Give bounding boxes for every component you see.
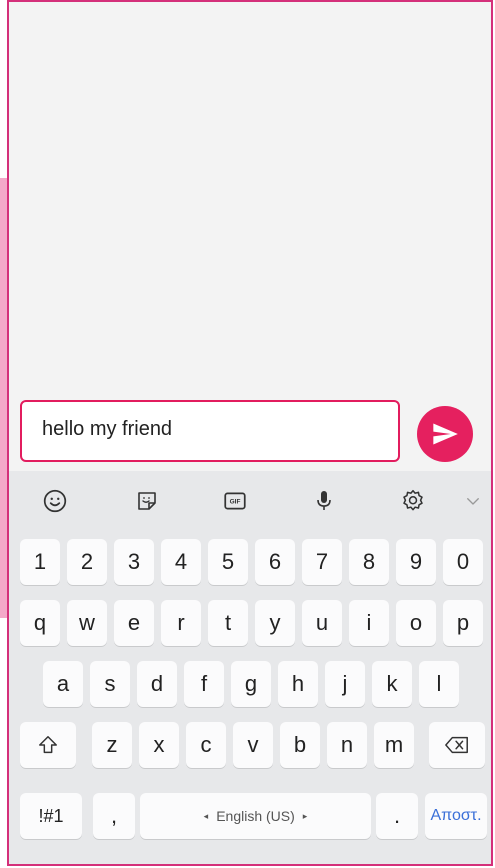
collapse-toolbar-button[interactable] xyxy=(459,487,487,515)
message-input[interactable] xyxy=(42,418,382,441)
spacebar[interactable]: ◂ English (US) ▸ xyxy=(140,793,371,839)
key-q[interactable]: q xyxy=(20,600,60,646)
key-w[interactable]: w xyxy=(67,600,107,646)
key-r[interactable]: r xyxy=(161,600,201,646)
key-j[interactable]: j xyxy=(325,661,365,707)
period-key[interactable]: . xyxy=(376,793,418,839)
shift-icon xyxy=(39,736,57,754)
key-i[interactable]: i xyxy=(349,600,389,646)
sticker-icon xyxy=(138,492,156,510)
sticker-button[interactable] xyxy=(133,487,161,515)
key-5[interactable]: 5 xyxy=(208,539,248,585)
number-row: 1 2 3 4 5 6 7 8 9 0 xyxy=(9,539,491,585)
key-s[interactable]: s xyxy=(90,661,130,707)
microphone-icon xyxy=(317,491,331,510)
key-y[interactable]: y xyxy=(255,600,295,646)
key-g[interactable]: g xyxy=(231,661,271,707)
key-7[interactable]: 7 xyxy=(302,539,342,585)
key-2[interactable]: 2 xyxy=(67,539,107,585)
key-p[interactable]: p xyxy=(443,600,483,646)
key-o[interactable]: o xyxy=(396,600,436,646)
key-m[interactable]: m xyxy=(374,722,414,768)
send-button[interactable] xyxy=(417,406,473,462)
chevron-down-icon xyxy=(467,498,479,505)
key-n[interactable]: n xyxy=(327,722,367,768)
emoji-button[interactable] xyxy=(41,487,69,515)
svg-text:GIF: GIF xyxy=(230,499,241,506)
key-h[interactable]: h xyxy=(278,661,318,707)
arrow-right-icon: ▸ xyxy=(302,810,308,821)
key-t[interactable]: t xyxy=(208,600,248,646)
app-window: GIF 1 xyxy=(7,0,493,866)
key-8[interactable]: 8 xyxy=(349,539,389,585)
a-row: a s d f g h j k l xyxy=(9,661,491,707)
gif-button[interactable]: GIF xyxy=(221,487,249,515)
symbols-key[interactable]: !#1 xyxy=(20,793,82,839)
z-row: z x c v b n m xyxy=(9,722,491,768)
send-icon xyxy=(433,423,458,445)
key-u[interactable]: u xyxy=(302,600,342,646)
key-e[interactable]: e xyxy=(114,600,154,646)
key-k[interactable]: k xyxy=(372,661,412,707)
gear-icon xyxy=(403,489,423,511)
comma-key[interactable]: , xyxy=(93,793,135,839)
key-l[interactable]: l xyxy=(419,661,459,707)
key-1[interactable]: 1 xyxy=(20,539,60,585)
q-row: q w e r t y u i o p xyxy=(9,600,491,646)
key-z[interactable]: z xyxy=(92,722,132,768)
key-9[interactable]: 9 xyxy=(396,539,436,585)
shift-key[interactable] xyxy=(20,722,76,768)
spacebar-language-label: English (US) xyxy=(216,808,295,824)
key-f[interactable]: f xyxy=(184,661,224,707)
keyboard-toolbar: GIF xyxy=(9,471,491,529)
key-b[interactable]: b xyxy=(280,722,320,768)
keyboard-settings-button[interactable] xyxy=(399,487,427,515)
key-c[interactable]: c xyxy=(186,722,226,768)
chat-area xyxy=(9,2,491,392)
emoji-icon xyxy=(43,489,67,513)
message-composer xyxy=(9,400,491,466)
message-field-box[interactable] xyxy=(20,400,400,462)
key-a[interactable]: a xyxy=(43,661,83,707)
send-key[interactable]: Αποστ. xyxy=(425,793,487,839)
bottom-row: !#1 , ◂ English (US) ▸ . Αποστ. xyxy=(9,793,491,839)
key-4[interactable]: 4 xyxy=(161,539,201,585)
gif-icon: GIF xyxy=(224,492,246,510)
key-0[interactable]: 0 xyxy=(443,539,483,585)
voice-input-button[interactable] xyxy=(310,487,338,515)
key-x[interactable]: x xyxy=(139,722,179,768)
key-d[interactable]: d xyxy=(137,661,177,707)
key-v[interactable]: v xyxy=(233,722,273,768)
key-6[interactable]: 6 xyxy=(255,539,295,585)
backspace-icon xyxy=(445,736,468,754)
backspace-key[interactable] xyxy=(429,722,485,768)
arrow-left-icon: ◂ xyxy=(203,810,209,821)
keyboard: GIF 1 2 3 4 5 6 7 8 9 0 q w e r t y u i … xyxy=(9,471,491,864)
key-3[interactable]: 3 xyxy=(114,539,154,585)
